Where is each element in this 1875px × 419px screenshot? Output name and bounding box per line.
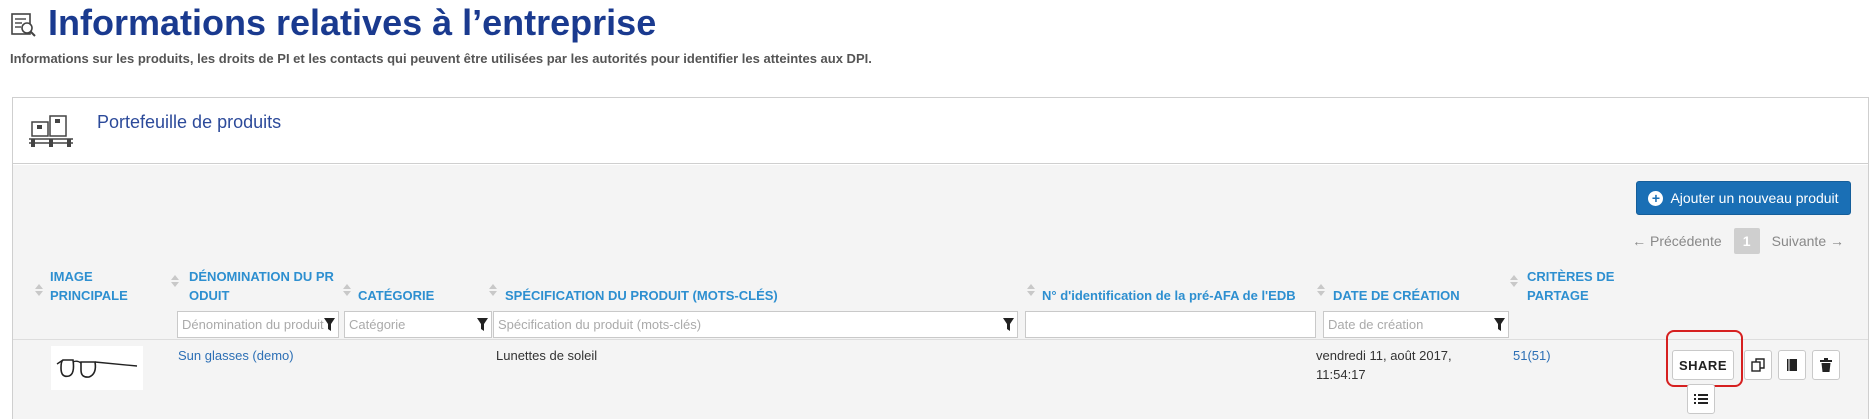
panel-body: + Ajouter un nouveau produit ← Précédent… [13,165,1868,419]
product-name-link[interactable]: Sun glasses (demo) [178,346,294,365]
plus-circle-icon: + [1648,190,1664,206]
add-product-label: Ajouter un nouveau produit [1670,190,1839,206]
filter-creation-date[interactable]: Date de création [1323,311,1509,338]
filter-afa-id[interactable] [1025,311,1316,338]
product-portfolio-panel: Portefeuille de produits + Ajouter un no… [12,97,1869,419]
product-spec-cell: Lunettes de soleil [496,348,598,363]
filter-icon[interactable] [477,318,488,331]
details-button[interactable] [1778,350,1806,380]
list-icon [1694,394,1708,404]
trash-icon [1820,358,1832,372]
add-product-button[interactable]: + Ajouter un nouveau produit [1636,181,1851,215]
filter-product-spec[interactable]: Spécification du produit (mots-clés) [493,311,1018,338]
glasses-image [56,359,138,378]
column-header-product-name[interactable]: DÉNOMINATION DU PR ODUIT [189,267,334,305]
previous-page-link[interactable]: ← Précédente [1632,233,1722,249]
column-header-category[interactable]: CATÉGORIE [358,286,434,305]
sort-icon[interactable] [343,284,351,298]
next-page-link[interactable]: Suivante → [1772,233,1844,249]
copy-button[interactable] [1744,350,1772,380]
filter-product-name[interactable]: Dénomination du produit [177,311,339,338]
sort-icon[interactable] [1510,275,1518,289]
column-header-afa-id[interactable]: N° d'identification de la pré-AFA de l'E… [1042,286,1296,305]
filter-category[interactable]: Catégorie [344,311,492,338]
filter-icon[interactable] [1494,318,1505,331]
column-header-product-spec[interactable]: SPÉCIFICATION DU PRODUIT (MOTS-CLÉS) [505,286,778,305]
list-button[interactable] [1687,384,1715,414]
page-title: Informations relatives à l’entreprise [48,2,657,43]
filter-icon[interactable] [1003,318,1014,331]
current-page[interactable]: 1 [1733,228,1760,254]
panel-header: Portefeuille de produits [13,98,1868,164]
column-header-sharing-criteria[interactable]: CRITÈRES DE PARTAGE [1527,267,1614,305]
product-image[interactable] [51,346,143,390]
product-boxes-icon [29,114,73,147]
report-icon [11,13,36,37]
sort-icon[interactable] [171,275,179,289]
table-row: Sun glasses (demo) Lunettes de soleil ve… [13,330,1868,419]
sort-icon[interactable] [1317,284,1325,298]
panel-title: Portefeuille de produits [97,112,282,132]
sort-icon[interactable] [35,284,43,298]
page-subtitle: Informations sur les produits, les droit… [10,51,872,66]
creation-date-cell: vendredi 11, août 2017, 11:54:17 [1316,348,1452,382]
copy-icon [1751,358,1765,372]
filter-icon[interactable] [324,318,335,331]
delete-button[interactable] [1812,350,1840,380]
sort-icon[interactable] [489,284,497,298]
notebook-icon [1787,359,1797,371]
sort-icon[interactable] [1027,284,1035,298]
share-button[interactable]: SHARE [1672,350,1734,380]
sharing-criteria-link[interactable]: 51(51) [1513,346,1551,365]
column-header-creation-date[interactable]: DATE DE CRÉATION [1333,286,1460,305]
pagination: ← Précédente 1 Suivante → [1632,228,1844,254]
page-header: Informations relatives à l’entreprise In… [10,2,1875,66]
column-header-main-image[interactable]: IMAGE PRINCIPALE [50,267,128,305]
